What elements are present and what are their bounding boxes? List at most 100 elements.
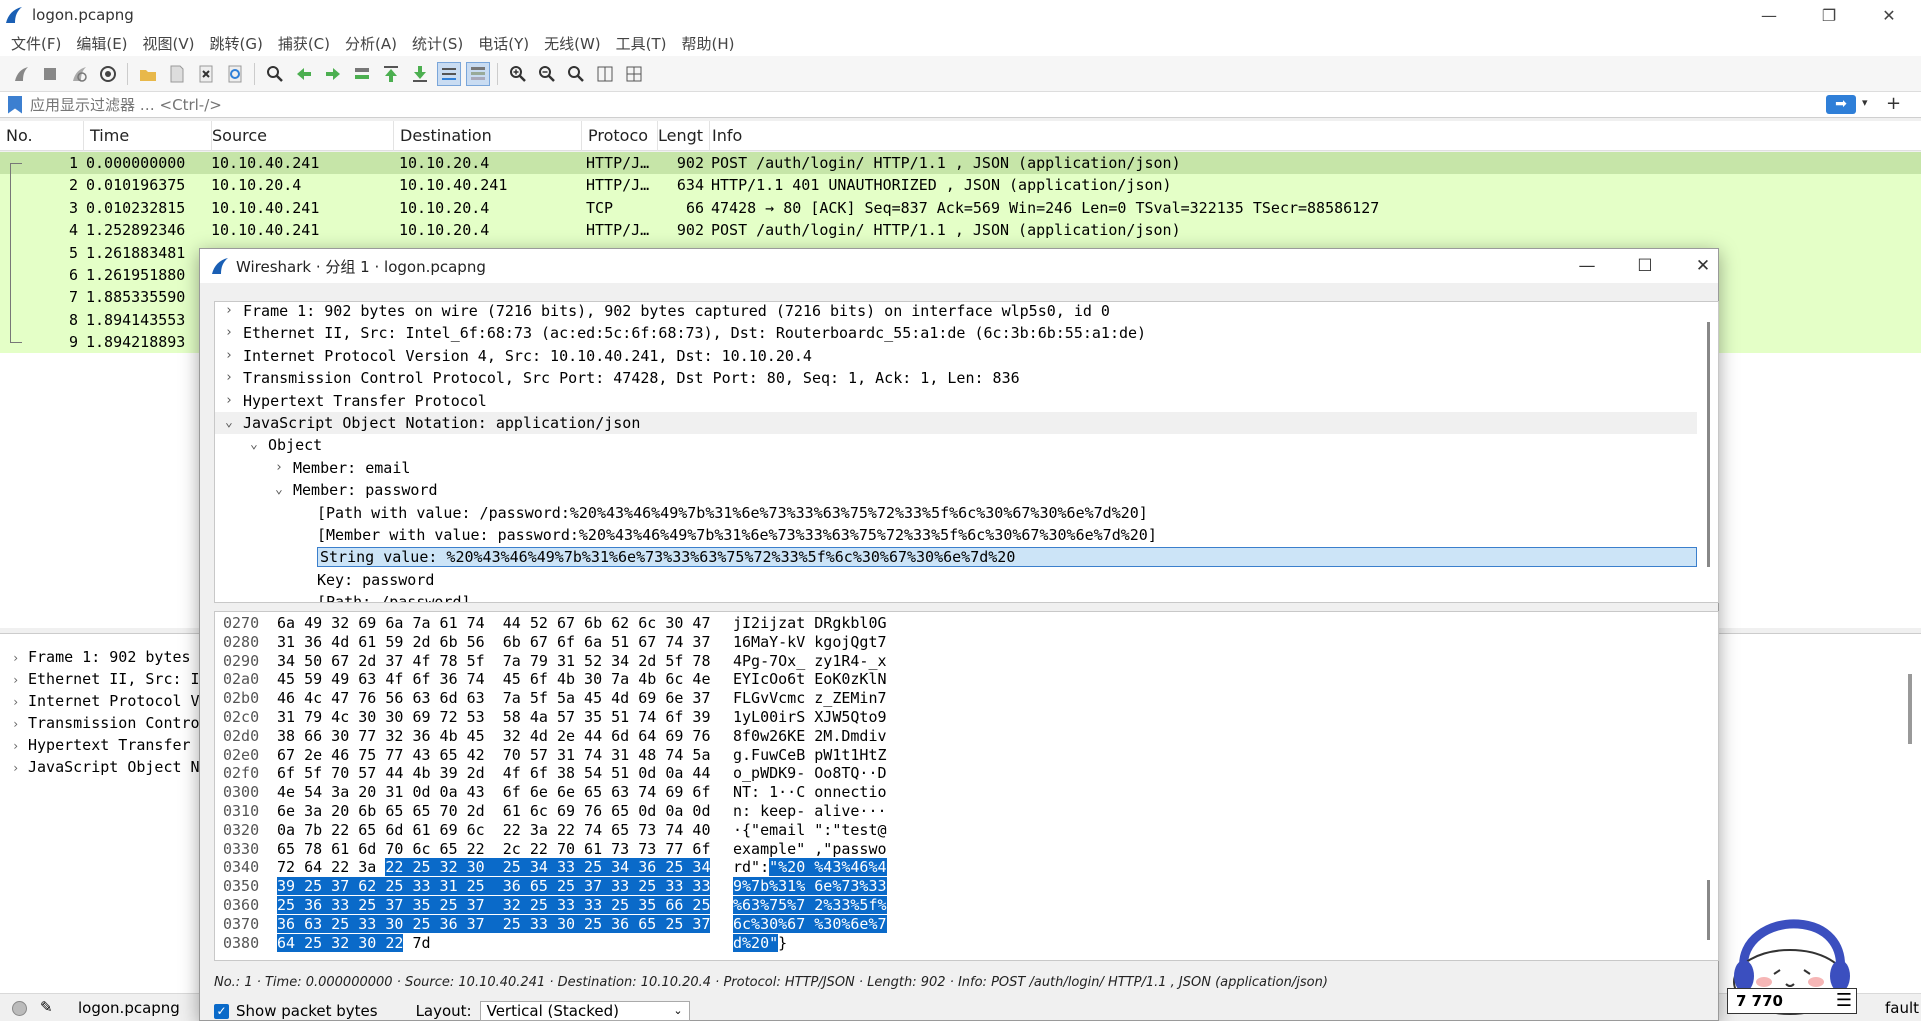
column-length[interactable]: Lengt [652, 121, 710, 151]
close-icon[interactable]: ✕ [1860, 0, 1918, 30]
packet-row[interactable]: 4 1.252892346 10.10.40.241 10.10.20.4 HTTP/J… [0, 219, 1921, 242]
stop-capture-icon[interactable] [38, 62, 62, 86]
hex-bytes: 46 4c 47 76 56 63 6d 63 7a 5f 5a 45 4d 6… [277, 689, 710, 708]
display-filter-input[interactable] [30, 93, 1830, 116]
add-filter-button[interactable]: + [1886, 93, 1901, 114]
tree-item[interactable]: ⌄ JavaScript Object Notation: application… [215, 412, 1697, 435]
hamburger-menu-icon[interactable]: ☰ [1836, 989, 1852, 1013]
menu-help[interactable]: 帮助(H) [677, 33, 745, 54]
go-forward-icon[interactable] [321, 62, 345, 86]
go-back-icon[interactable] [292, 62, 316, 86]
tree-item[interactable]: [Path with value: /password:%20%43%46%49… [215, 502, 1697, 524]
detail-scrollbar[interactable] [1908, 674, 1912, 744]
expert-info-icon[interactable] [12, 1001, 27, 1016]
dialog-title: Wireshark · 分组 1 · logon.pcapng [236, 257, 486, 276]
tree-item[interactable]: String value: %20%43%46%49%7b%31%6e%73%3… [215, 546, 1697, 568]
apply-filter-button[interactable]: ➡ [1826, 95, 1856, 114]
dialog-minimize-icon[interactable]: — [1558, 249, 1616, 283]
filter-bookmark-icon[interactable] [8, 95, 22, 114]
capture-options-icon[interactable] [96, 62, 120, 86]
hex-bytes: 34 50 67 2d 37 4f 78 5f 7a 79 31 52 34 2… [277, 652, 710, 671]
hex-ascii: %63%75%7 2%33%5f% [733, 896, 887, 915]
tree-scrollbar[interactable] [1707, 322, 1710, 567]
menu-go[interactable]: 跳转(G) [205, 33, 273, 54]
expand-arrow-icon[interactable]: › [225, 367, 233, 389]
go-to-packet-icon[interactable] [350, 62, 374, 86]
packet-row[interactable]: 3 0.010232815 10.10.40.241 10.10.20.4 TCP 66 4… [0, 196, 1921, 220]
tree-item[interactable]: [Path: /password] [215, 591, 1697, 602]
close-file-icon[interactable] [194, 62, 218, 86]
tree-item[interactable]: › Member: email [215, 457, 1697, 479]
bytes-scrollbar[interactable] [1707, 880, 1710, 940]
resize-columns-icon[interactable] [593, 62, 617, 86]
colorize-icon[interactable] [466, 61, 490, 86]
tree-item[interactable]: › Ethernet II, Src: Intel_6f:68:73 (ac:ed… [215, 322, 1697, 344]
tree-item-label: Hypertext Transfer Protocol [243, 391, 487, 410]
tree-item[interactable]: › Frame 1: 902 bytes on wire (7216 bits),… [215, 302, 1697, 322]
zoom-out-icon[interactable] [535, 62, 559, 86]
zoom-in-icon[interactable] [506, 62, 530, 86]
autoscroll-icon[interactable] [437, 61, 461, 86]
restart-capture-icon[interactable] [67, 62, 91, 86]
column-destination[interactable]: Destination [394, 121, 582, 151]
save-file-icon[interactable] [165, 62, 189, 86]
hex-offset: 02d0 [223, 726, 260, 745]
tree-item[interactable]: › Hypertext Transfer Protocol [215, 390, 1697, 412]
tree-item[interactable]: Key: password [215, 569, 1697, 591]
column-no[interactable]: No. [0, 121, 84, 151]
zoom-reset-icon[interactable] [564, 62, 588, 86]
find-packet-icon[interactable] [263, 62, 287, 86]
menu-edit[interactable]: 编辑(E) [71, 33, 137, 54]
show-bytes-checkbox[interactable]: ✓ [214, 1003, 229, 1019]
column-protocol[interactable]: Protoco [582, 121, 658, 151]
tree-item[interactable]: ⌄ Member: password [215, 479, 1697, 501]
status-profile[interactable]: fault [1885, 999, 1919, 1017]
layout-select[interactable]: Vertical (Stacked) ⌄ [479, 1001, 690, 1021]
column-time[interactable]: Time [84, 121, 212, 151]
minimize-icon[interactable]: — [1740, 0, 1798, 30]
menu-file[interactable]: 文件(F) [6, 33, 71, 54]
reload-icon[interactable] [223, 62, 247, 86]
collapse-arrow-icon[interactable]: ⌄ [250, 434, 258, 456]
tree-item[interactable]: ⌄ Object [215, 434, 1697, 456]
detail-item-ip[interactable]: › Internet Protocol V [12, 690, 200, 712]
menu-tools[interactable]: 工具(T) [611, 33, 677, 54]
menu-wireless[interactable]: 无线(W) [539, 33, 611, 54]
expand-arrow-icon[interactable]: › [225, 302, 233, 322]
layout-icon[interactable] [622, 62, 646, 86]
expand-arrow-icon[interactable]: › [225, 390, 233, 412]
packet-row[interactable]: 1 0.000000000 10.10.40.241 10.10.20.4 HTTP/J… [0, 152, 1921, 175]
packet-cell-time: 1.894218893 [86, 333, 186, 352]
menu-statistics[interactable]: 统计(S) [407, 33, 473, 54]
dialog-maximize-icon[interactable]: ☐ [1616, 249, 1674, 283]
detail-item-json[interactable]: › JavaScript Object N [12, 756, 200, 778]
restore-icon[interactable]: ❐ [1800, 0, 1858, 30]
detail-item-http[interactable]: › Hypertext Transfer [12, 734, 191, 756]
column-info[interactable]: Info [706, 121, 1921, 151]
tree-item[interactable]: › Transmission Control Protocol, Src Port… [215, 367, 1697, 389]
filter-history-dropdown[interactable]: ▾ [1862, 96, 1868, 109]
packet-cell-dst: 10.10.20.4 [399, 221, 490, 240]
menu-view[interactable]: 视图(V) [138, 33, 205, 54]
collapse-arrow-icon[interactable]: ⌄ [275, 479, 283, 501]
detail-item-tcp[interactable]: › Transmission Contro [12, 712, 200, 734]
detail-item-frame[interactable]: › Frame 1: 902 bytes [12, 646, 191, 668]
menu-analyze[interactable]: 分析(A) [340, 33, 407, 54]
packet-row[interactable]: 2 0.010196375 10.10.20.4 10.10.40.241 HTTP/J… [0, 174, 1921, 197]
menu-capture[interactable]: 捕获(C) [273, 33, 340, 54]
expand-arrow-icon[interactable]: › [275, 457, 283, 479]
dialog-close-icon[interactable]: ✕ [1674, 249, 1732, 283]
last-packet-icon[interactable] [408, 62, 432, 86]
edit-comment-icon[interactable]: ✎ [40, 998, 53, 1016]
menu-telephony[interactable]: 电话(Y) [473, 33, 539, 54]
start-capture-icon[interactable] [9, 62, 33, 86]
detail-item-ethernet[interactable]: › Ethernet II, Src: I [12, 668, 200, 690]
tree-item[interactable]: › Internet Protocol Version 4, Src: 10.10… [215, 345, 1697, 367]
collapse-arrow-icon[interactable]: ⌄ [225, 412, 233, 434]
first-packet-icon[interactable] [379, 62, 403, 86]
tree-item[interactable]: [Member with value: password:%20%43%46%4… [215, 524, 1697, 546]
column-source[interactable]: Source [206, 121, 394, 151]
expand-arrow-icon[interactable]: › [225, 322, 233, 344]
expand-arrow-icon[interactable]: › [225, 345, 233, 367]
open-file-icon[interactable] [136, 62, 160, 86]
